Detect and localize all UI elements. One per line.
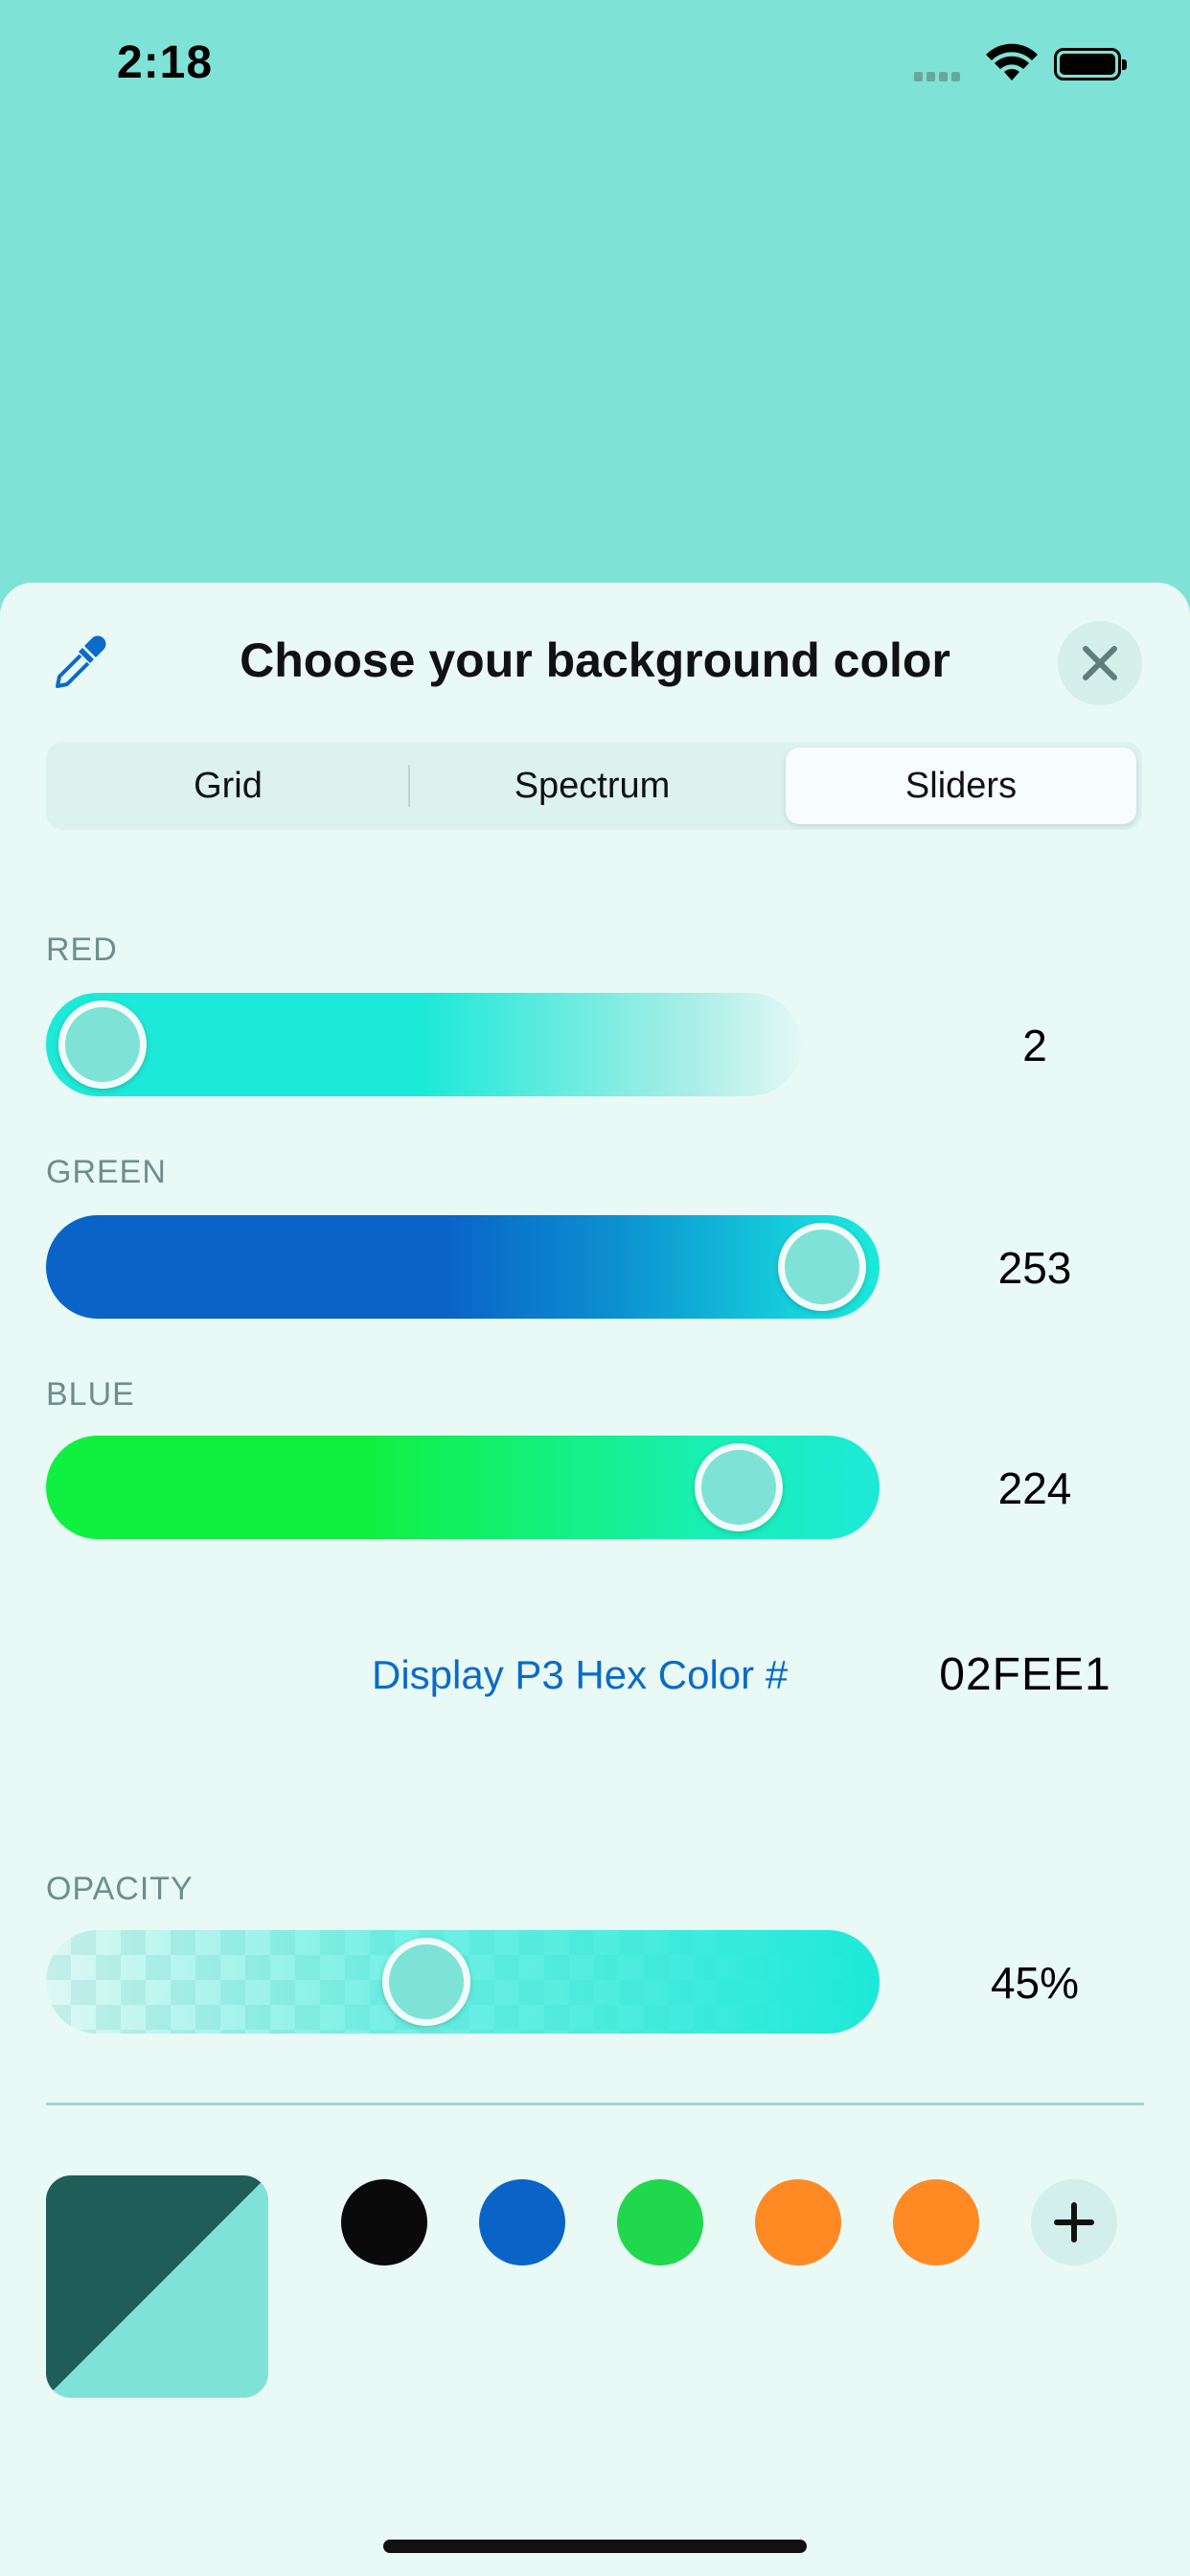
blue-slider-track[interactable] [46, 1436, 880, 1539]
opacity-slider-track[interactable] [46, 1930, 880, 2034]
green-slider-track[interactable] [46, 1215, 880, 1319]
color-picker-sheet: Choose your background color Grid Spectr… [0, 583, 1190, 2576]
cellular-signal-icon [914, 69, 964, 86]
green-label: GREEN [46, 1154, 167, 1190]
plus-icon [1054, 2202, 1094, 2242]
sheet-title: Choose your background color [240, 633, 950, 687]
blue-slider-knob[interactable] [695, 1443, 784, 1531]
tab-sliders[interactable]: Sliders [786, 748, 1136, 824]
opacity-value: 45% [990, 1958, 1080, 2008]
swatch-orange[interactable] [755, 2179, 841, 2266]
status-time: 2:18 [117, 37, 214, 88]
wifi-icon [986, 43, 1038, 80]
close-icon [1083, 646, 1117, 680]
swatch-orange-2[interactable] [893, 2179, 979, 2266]
battery-icon [1054, 48, 1127, 80]
red-label: RED [46, 932, 118, 968]
hex-color-value[interactable]: 02FEE1 [881, 1648, 1169, 1701]
color-preview [46, 2175, 268, 2398]
home-indicator [383, 2540, 807, 2553]
close-button[interactable] [1058, 621, 1142, 705]
blue-value: 224 [997, 1463, 1072, 1513]
add-swatch-button[interactable] [1031, 2179, 1117, 2266]
opacity-slider-knob[interactable] [381, 1938, 470, 2026]
red-value: 2 [1022, 1021, 1047, 1070]
hex-color-label[interactable]: Display P3 Hex Color # [372, 1652, 788, 1698]
status-bar: 2:18 [0, 0, 1190, 134]
tab-spectrum[interactable]: Spectrum [410, 742, 774, 830]
mode-segmented-control: Grid Spectrum Sliders [46, 742, 1142, 830]
opacity-label: OPACITY [46, 1871, 194, 1907]
blue-label: BLUE [46, 1376, 135, 1413]
swatch-green[interactable] [617, 2179, 703, 2266]
green-value: 253 [997, 1243, 1072, 1293]
section-divider [46, 2103, 1144, 2105]
red-slider-knob[interactable] [58, 1000, 148, 1089]
swatch-blue[interactable] [479, 2179, 565, 2266]
red-slider-track[interactable] [46, 993, 801, 1096]
green-slider-knob[interactable] [777, 1223, 866, 1311]
swatch-black[interactable] [341, 2179, 427, 2266]
tab-grid[interactable]: Grid [46, 742, 410, 830]
